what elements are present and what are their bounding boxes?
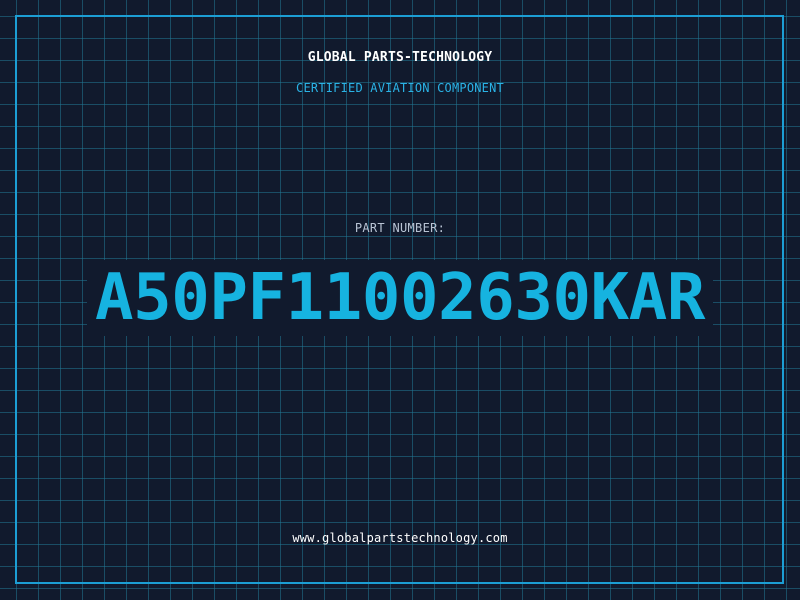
part-number-label: PART NUMBER:	[354, 221, 446, 235]
part-number-value: A50PF11002630KAR	[86, 260, 714, 336]
part-label-card: GLOBAL PARTS-TECHNOLOGY CERTIFIED AVIATI…	[0, 0, 800, 600]
certification-subtitle: CERTIFIED AVIATION COMPONENT	[296, 81, 504, 95]
website-url: www.globalpartstechnology.com	[292, 531, 508, 545]
part-number-container: A50PF11002630KAR	[30, 260, 770, 336]
brand-title: GLOBAL PARTS-TECHNOLOGY	[307, 50, 493, 65]
